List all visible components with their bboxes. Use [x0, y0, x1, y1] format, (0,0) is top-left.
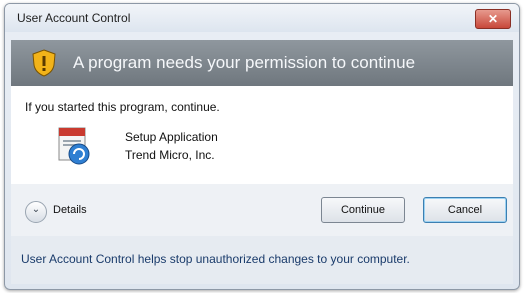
program-name: Setup Application — [125, 130, 218, 144]
close-button[interactable]: ✕ — [475, 9, 511, 29]
details-label[interactable]: Details — [53, 204, 87, 216]
continue-button[interactable]: Continue — [321, 197, 405, 223]
uac-dialog: User Account Control ✕ A program needs y… — [4, 3, 520, 290]
chevron-down-icon: ⌄ — [31, 204, 41, 215]
cancel-button[interactable]: Cancel — [423, 197, 507, 223]
banner-heading: A program needs your permission to conti… — [73, 53, 416, 72]
shield-icon — [32, 49, 56, 77]
title-bar: User Account Control ✕ — [5, 4, 519, 32]
intro-text: If you started this program, continue. — [25, 100, 220, 114]
window-title: User Account Control — [17, 11, 131, 25]
button-footer: ⌄ Details Continue Cancel — [11, 184, 513, 236]
permission-banner: A program needs your permission to conti… — [11, 40, 513, 86]
setup-application-icon — [58, 127, 90, 165]
close-icon: ✕ — [487, 12, 499, 26]
content-area: If you started this program, continue. S… — [11, 86, 513, 184]
program-publisher: Trend Micro, Inc. — [125, 148, 215, 162]
uac-help-link[interactable]: User Account Control helps stop unauthor… — [21, 252, 410, 266]
details-toggle-button[interactable]: ⌄ — [25, 201, 47, 223]
status-area: User Account Control helps stop unauthor… — [11, 236, 513, 284]
